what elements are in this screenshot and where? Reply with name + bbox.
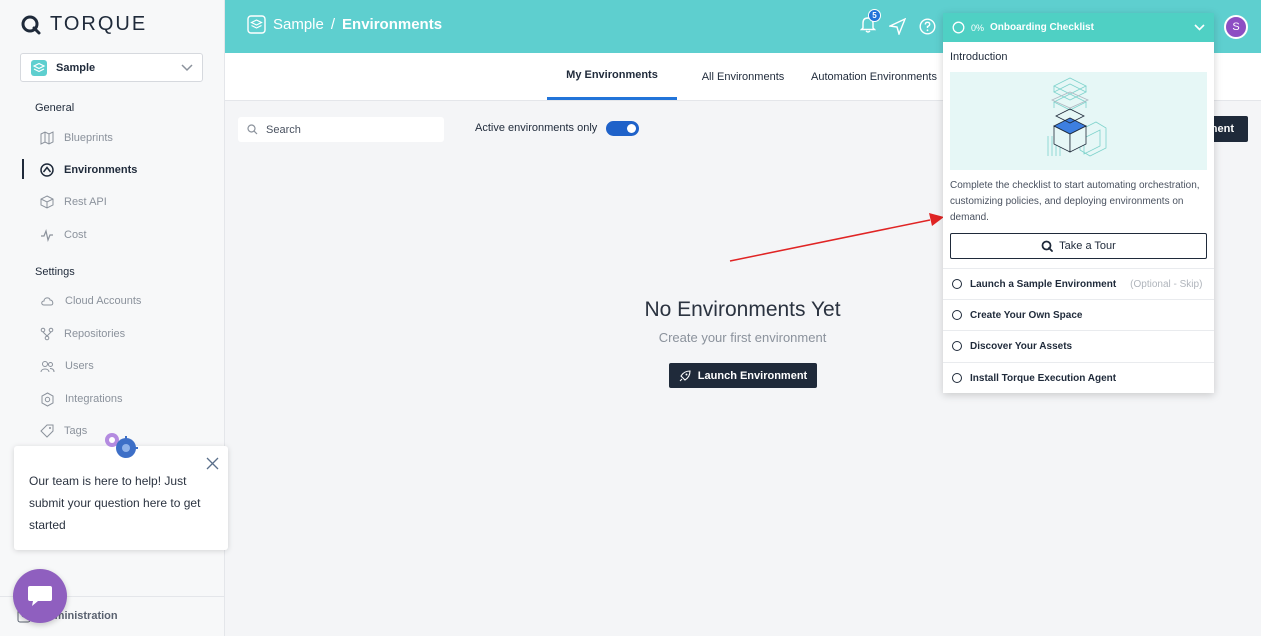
torque-logo-icon (1041, 240, 1054, 252)
sidebar-item-cost[interactable]: Cost (0, 223, 224, 247)
rocket-icon (679, 369, 691, 381)
checklist-item-label: Install Torque Execution Agent (970, 372, 1117, 384)
breadcrumb-separator: / (330, 16, 336, 33)
active-only-toggle[interactable] (606, 121, 639, 136)
progress-ring-icon (952, 21, 965, 34)
checklist-item-label: Launch a Sample Environment (970, 278, 1117, 290)
take-a-tour-button[interactable]: Take a Tour (950, 233, 1207, 259)
sidebar-item-label: Rest API (64, 196, 107, 208)
checklist-item-label: Discover Your Assets (970, 340, 1073, 352)
intro-description: Complete the checklist to start automati… (950, 180, 1200, 223)
sidebar-item-rest-api[interactable]: Rest API (0, 190, 224, 214)
header-icons: 5 (859, 9, 936, 38)
sidebar-item-label: Cost (64, 229, 87, 241)
breadcrumb-current: Environments (342, 16, 443, 33)
layers-icon (247, 15, 266, 34)
sidebar-item-label: Repositories (64, 328, 126, 340)
stacked-blocks-illustration (1047, 77, 1107, 157)
users-icon (40, 360, 55, 372)
empty-state-title: No Environments Yet (644, 298, 841, 321)
integrations-icon (41, 391, 54, 407)
sidebar-item-label: Blueprints (64, 132, 113, 144)
checklist-item-create-space[interactable]: Create Your Own Space (943, 299, 1214, 330)
search-placeholder: Search (266, 123, 301, 136)
chevron-down-icon[interactable] (1194, 24, 1205, 31)
sidebar-item-environments[interactable]: Environments (0, 158, 224, 182)
cloud-icon (41, 297, 54, 306)
checkbox-circle-icon (952, 310, 962, 320)
help-icon[interactable] (919, 18, 936, 35)
checkbox-circle-icon (952, 341, 962, 351)
environments-icon (40, 163, 54, 177)
sidebar-item-label: Integrations (65, 393, 123, 405)
checklist-item-discover-assets[interactable]: Discover Your Assets (943, 330, 1214, 361)
intro-illustration (950, 72, 1207, 170)
active-only-label: Active environments only (475, 122, 598, 134)
notifications-button[interactable]: 5 (859, 9, 881, 38)
checklist-item-label: Create Your Own Space (970, 309, 1083, 321)
sidebar-item-repositories[interactable]: Repositories (0, 322, 224, 346)
take-a-tour-label: Take a Tour (1059, 240, 1116, 252)
checkbox-circle-icon (952, 279, 962, 289)
send-icon[interactable] (889, 18, 906, 35)
pulse-icon (41, 228, 53, 242)
sidebar-item-blueprints[interactable]: Blueprints (0, 126, 224, 150)
breadcrumb: Sample / Environments (247, 15, 442, 34)
brand-name: TORQUE (50, 13, 148, 35)
search-icon (247, 124, 258, 135)
checklist-item-launch-sample[interactable]: Launch a Sample Environment (Optional - … (943, 268, 1214, 299)
launch-environment-top-label: nent (1210, 123, 1234, 135)
tab-automation-environments[interactable]: Automation Environments (805, 53, 943, 100)
chevron-down-icon (181, 63, 193, 71)
tab-all-environments[interactable]: All Environments (693, 53, 793, 100)
onboarding-header[interactable]: 0% Onboarding Checklist (943, 13, 1214, 42)
onboarding-percent: 0% (971, 22, 985, 33)
brand-logo[interactable]: TORQUE (20, 13, 147, 36)
git-icon (40, 327, 54, 341)
notification-count-badge: 5 (868, 9, 881, 22)
launch-environment-button[interactable]: Launch Environment (669, 363, 817, 388)
cube-icon (40, 195, 54, 209)
chat-launcher-button[interactable] (13, 569, 67, 623)
section-general: General (35, 102, 75, 114)
search-input[interactable]: Search (238, 117, 444, 142)
section-settings: Settings (35, 266, 75, 278)
checklist-item-install-agent[interactable]: Install Torque Execution Agent (943, 362, 1214, 393)
checklist-item-optional[interactable]: (Optional - Skip) (1130, 279, 1202, 290)
space-selector-label: Sample (56, 61, 96, 74)
empty-state-subtitle: Create your first environment (658, 330, 827, 345)
map-icon (40, 131, 54, 145)
sidebar-item-label: Users (65, 360, 94, 372)
space-selector[interactable]: Sample (20, 53, 203, 82)
sidebar-item-label: Environments (64, 164, 138, 176)
sidebar-item-users[interactable]: Users (0, 354, 224, 378)
layers-icon (31, 59, 47, 76)
help-popup-text: Our team is here to help! Just submit yo… (29, 474, 201, 532)
onboarding-checklist-panel: 0% Onboarding Checklist Introduction Com… (943, 13, 1214, 393)
torque-logo-icon (21, 15, 41, 34)
gears-bot-icon (105, 433, 138, 458)
intro-heading: Introduction (950, 51, 1008, 63)
onboarding-title: Onboarding Checklist (990, 22, 1094, 33)
sidebar-item-label: Tags (64, 425, 88, 437)
sidebar-item-label: Cloud Accounts (65, 295, 142, 307)
launch-environment-label: Launch Environment (697, 369, 808, 382)
sidebar-item-cloud-accounts[interactable]: Cloud Accounts (0, 289, 224, 313)
sidebar-item-integrations[interactable]: Integrations (0, 387, 224, 411)
tag-icon (40, 424, 54, 438)
checkbox-circle-icon (952, 373, 962, 383)
breadcrumb-space[interactable]: Sample (273, 16, 324, 33)
tab-my-environments[interactable]: My Environments (547, 53, 677, 100)
close-icon[interactable] (206, 457, 219, 470)
chat-icon (28, 586, 52, 606)
user-avatar[interactable]: S (1224, 15, 1248, 39)
